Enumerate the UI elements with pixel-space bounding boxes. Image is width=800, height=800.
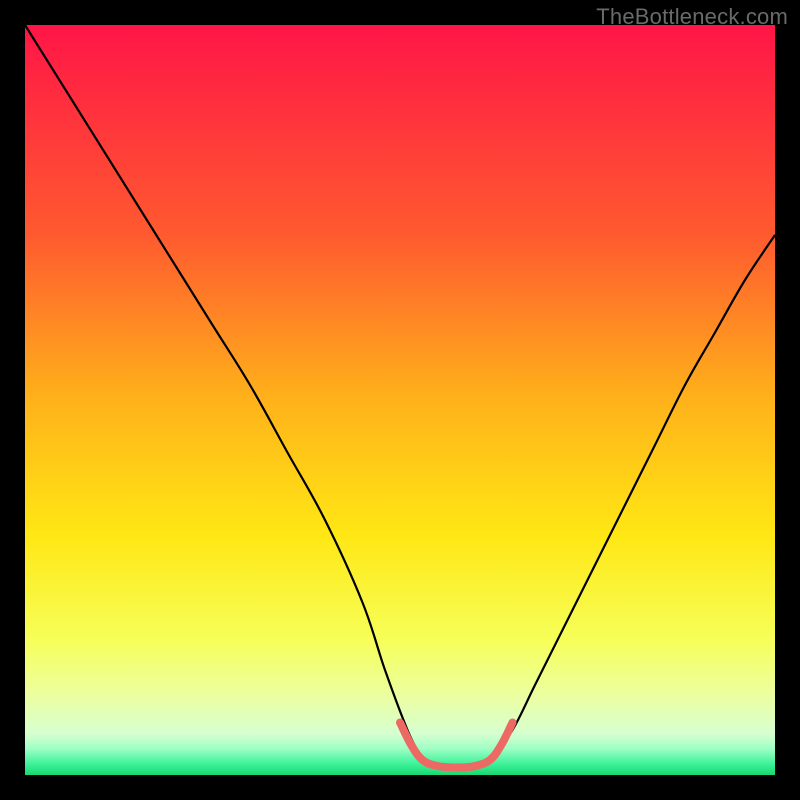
gradient-background	[25, 25, 775, 775]
chart-stage: TheBottleneck.com	[0, 0, 800, 800]
plot-area	[25, 25, 775, 775]
chart-svg	[25, 25, 775, 775]
